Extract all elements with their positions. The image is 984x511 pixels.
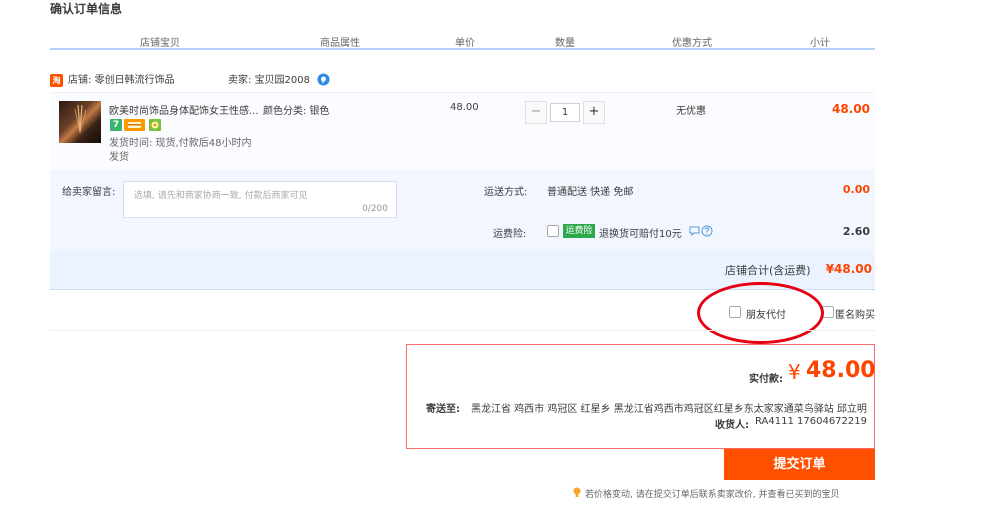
- shipping-method-value: 普通配送 快递 免邮: [547, 187, 634, 198]
- item-thumbnail[interactable]: [59, 101, 101, 143]
- insurance-text: 退换货可赔付10元: [599, 229, 682, 240]
- insurance-help-icons[interactable]: [689, 225, 713, 237]
- shop-name-link[interactable]: 零创日韩流行饰品: [95, 75, 175, 86]
- header-underline: [50, 48, 875, 50]
- page-title: 确认订单信息: [50, 2, 123, 16]
- anonymous-buy-label[interactable]: 匿名购买: [835, 306, 876, 321]
- insurance-checkbox[interactable]: [547, 225, 559, 237]
- column-header-quantity: 数量: [555, 38, 575, 49]
- seller-name-link[interactable]: 宝贝园2008: [255, 75, 310, 86]
- column-header-discount: 优惠方式: [672, 38, 712, 49]
- credit-card-icon[interactable]: [124, 119, 145, 131]
- guarantee-icon[interactable]: [149, 119, 161, 131]
- shipping-address: 黑龙江省 鸡西市 鸡冠区 红星乡 黑龙江省鸡西市鸡冠区红星乡东太家家通菜鸟驿站 …: [471, 404, 867, 415]
- receiver-info: RA4111 17604672219: [755, 416, 867, 427]
- seller-label: 卖家:: [228, 75, 252, 86]
- insurance-tag: 运费险: [563, 224, 595, 238]
- insurance-price: 2.60: [842, 225, 870, 238]
- shop-total-label: 店铺合计(含运费): [725, 264, 811, 277]
- payment-summary-box: [406, 344, 875, 449]
- shipping-price: 0.00: [842, 183, 870, 196]
- item-title-link[interactable]: 欧美时尚饰品身体配饰女王性感...: [109, 102, 259, 117]
- submit-order-button[interactable]: 提交订单: [724, 449, 875, 480]
- column-header-unit-price: 单价: [455, 38, 475, 49]
- quantity-minus-button[interactable]: −: [525, 101, 547, 124]
- insurance-label: 运费险:: [493, 229, 527, 240]
- shipping-time: 发货时间: 现货,付款后48小时内: [109, 138, 252, 149]
- quantity-plus-button[interactable]: +: [583, 101, 605, 124]
- quantity-input[interactable]: 1: [550, 103, 580, 122]
- shipping-time-cont: 发货: [109, 152, 129, 163]
- currency-symbol: ¥: [788, 360, 801, 384]
- actual-pay-amount: 48.00: [806, 358, 876, 383]
- shop-logo-icon: 淘: [50, 74, 63, 87]
- item-attribute: 颜色分类: 银色: [263, 106, 330, 117]
- shipping-method-label: 运送方式:: [484, 187, 528, 198]
- shop-label: 店铺:: [68, 75, 92, 86]
- wangwang-chat-icon[interactable]: [317, 73, 330, 86]
- column-header-attribute: 商品属性: [320, 38, 360, 49]
- price-change-notice: 若价格变动, 请在提交订单后联系卖家改价, 并查看已买到的宝贝: [585, 490, 840, 500]
- seven-day-return-icon[interactable]: 7: [110, 119, 122, 131]
- annotation-red-circle: [697, 282, 824, 344]
- column-header-shop-item: 店铺宝贝: [140, 38, 180, 49]
- unit-price: 48.00: [450, 102, 479, 113]
- column-header-subtotal: 小计: [810, 38, 830, 49]
- receiver-label: 收货人:: [715, 420, 749, 431]
- memo-counter: 0/200: [362, 204, 388, 214]
- memo-textarea[interactable]: 选填, 请先和商家协商一致, 付款后商家可见 0/200: [123, 181, 397, 218]
- actual-pay-label: 实付款:: [749, 374, 783, 385]
- seller-info: 卖家: 宝贝园2008: [228, 74, 310, 87]
- quantity-stepper: − 1 +: [525, 101, 605, 124]
- discount-method: 无优惠: [676, 106, 706, 117]
- shop-total-value: ¥48.00: [825, 262, 872, 276]
- address-label: 寄送至:: [426, 404, 460, 415]
- shop-info: 店铺: 零创日韩流行饰品: [68, 74, 175, 87]
- memo-label: 给卖家留言:: [62, 187, 116, 198]
- memo-placeholder: 选填, 请先和商家协商一致, 付款后商家可见: [134, 191, 308, 201]
- item-subtotal: 48.00: [832, 102, 870, 116]
- lightbulb-icon: [573, 487, 581, 498]
- divider: [50, 330, 875, 331]
